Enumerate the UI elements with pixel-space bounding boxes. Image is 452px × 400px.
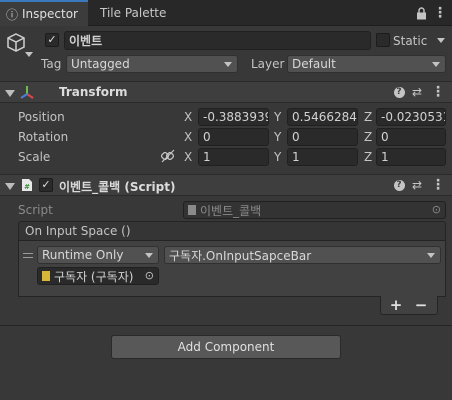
constrain-proportions-link-icon[interactable] xyxy=(160,148,176,164)
object-picker-icon: ⊙ xyxy=(431,203,441,216)
layer-dropdown[interactable]: Default xyxy=(287,55,446,73)
scale-y-value: 1 xyxy=(292,150,300,164)
target-object-value: 구독자 (구독자) xyxy=(54,269,134,284)
rotation-x-field[interactable]: 0 xyxy=(198,128,269,146)
transform-menu-icon[interactable]: ⋮ xyxy=(431,84,445,100)
script-foldout-arrow[interactable] xyxy=(5,183,15,190)
position-x-value: -0.3883939 xyxy=(203,110,269,124)
scale-y-field[interactable]: 1 xyxy=(287,148,358,166)
object-name-value: 이벤트 xyxy=(69,34,103,48)
presets-icon[interactable]: ⇄ xyxy=(410,84,424,100)
transform-title: Transform xyxy=(59,85,128,99)
rotation-z-axis-label[interactable]: Z xyxy=(364,130,372,144)
tab-menu-icon[interactable]: ⋮ xyxy=(433,5,447,21)
script-enabled-checkbox[interactable]: ✓ xyxy=(39,178,53,192)
script-field-value: 이벤트_콜백 xyxy=(200,203,262,218)
scale-label: Scale xyxy=(18,150,51,164)
position-z-value: -0.0230531 xyxy=(381,110,446,124)
position-y-field[interactable]: 0.5466284 xyxy=(287,108,358,126)
reorder-handle-icon[interactable] xyxy=(23,253,33,258)
transform-foldout-arrow[interactable] xyxy=(5,90,15,97)
rotation-y-axis-label[interactable]: Y xyxy=(274,130,281,144)
layer-label: Layer xyxy=(251,57,285,71)
position-z-axis-label[interactable]: Z xyxy=(364,110,372,124)
add-component-button[interactable]: Add Component xyxy=(111,335,341,359)
rotation-x-value: 0 xyxy=(203,130,211,144)
tab-tile-palette-label: Tile Palette xyxy=(100,6,167,20)
transform-icon xyxy=(18,84,36,102)
position-y-value: 0.5466284 xyxy=(292,110,357,124)
info-icon: ⓘ xyxy=(6,7,19,22)
script-menu-icon[interactable]: ⋮ xyxy=(431,177,445,193)
scale-x-axis-label[interactable]: X xyxy=(184,150,192,164)
script-file-icon xyxy=(188,205,196,215)
object-name-field[interactable]: 이벤트 xyxy=(64,31,371,50)
object-picker-icon[interactable]: ⊙ xyxy=(145,269,154,282)
script-label: Script xyxy=(18,203,53,217)
presets-icon[interactable]: ⇄ xyxy=(410,177,424,193)
add-component-label: Add Component xyxy=(177,340,275,354)
position-x-field[interactable]: -0.3883939 xyxy=(198,108,269,126)
static-dropdown-caret[interactable] xyxy=(437,38,445,43)
script-file-icon xyxy=(42,271,50,281)
function-dropdown[interactable]: 구독자.OnInputSapceBar xyxy=(164,246,441,264)
remove-event-button[interactable]: − xyxy=(413,296,429,314)
component-separator xyxy=(0,325,452,326)
help-icon[interactable]: ? xyxy=(393,84,405,100)
scale-z-axis-label[interactable]: Z xyxy=(364,150,372,164)
tag-label: Tag xyxy=(41,57,62,71)
rotation-y-field[interactable]: 0 xyxy=(287,128,358,146)
help-icon[interactable]: ? xyxy=(393,177,405,193)
scale-z-value: 1 xyxy=(381,150,389,164)
rotation-y-value: 0 xyxy=(292,130,300,144)
script-component-title: 이벤트_콜백 (Script) xyxy=(59,180,176,194)
csharp-script-icon: # xyxy=(20,177,34,193)
chevron-down-icon xyxy=(427,253,435,258)
position-x-axis-label[interactable]: X xyxy=(184,110,192,124)
static-label: Static xyxy=(393,34,428,48)
position-z-field[interactable]: -0.0230531 xyxy=(376,108,446,126)
runtime-mode-value: Runtime Only xyxy=(42,248,124,262)
event-title: On Input Space () xyxy=(25,224,131,238)
runtime-mode-dropdown[interactable]: Runtime Only xyxy=(37,246,159,264)
add-event-button[interactable]: + xyxy=(388,296,404,314)
static-checkbox[interactable] xyxy=(376,33,390,47)
function-value: 구독자.OnInputSapceBar xyxy=(169,248,312,263)
tab-inspector[interactable]: ⓘ Inspector xyxy=(0,0,88,26)
rotation-z-value: 0 xyxy=(381,130,389,144)
lock-icon[interactable] xyxy=(414,5,428,21)
tab-inspector-label: Inspector xyxy=(22,7,78,21)
script-object-field: 이벤트_콜백 ⊙ xyxy=(183,201,446,219)
gameobject-icon-dropdown-caret[interactable] xyxy=(25,52,33,57)
rotation-label: Rotation xyxy=(18,130,69,144)
chevron-down-icon xyxy=(432,62,440,67)
chevron-down-icon xyxy=(145,253,153,258)
layer-value: Default xyxy=(292,57,336,71)
position-label: Position xyxy=(18,110,65,124)
position-y-axis-label[interactable]: Y xyxy=(274,110,281,124)
rotation-x-axis-label[interactable]: X xyxy=(184,130,192,144)
tag-value: Untagged xyxy=(71,57,130,71)
scale-z-field[interactable]: 1 xyxy=(376,148,446,166)
target-object-field[interactable]: 구독자 (구독자) ⊙ xyxy=(37,267,159,285)
scale-y-axis-label[interactable]: Y xyxy=(274,150,281,164)
tag-dropdown[interactable]: Untagged xyxy=(66,55,238,73)
rotation-z-field[interactable]: 0 xyxy=(376,128,446,146)
scale-x-field[interactable]: 1 xyxy=(198,148,269,166)
chevron-down-icon xyxy=(224,62,232,67)
active-checkbox[interactable]: ✓ xyxy=(45,33,59,47)
svg-text:#: # xyxy=(24,183,30,191)
scale-x-value: 1 xyxy=(203,150,211,164)
tab-tile-palette[interactable]: Tile Palette xyxy=(88,0,208,26)
